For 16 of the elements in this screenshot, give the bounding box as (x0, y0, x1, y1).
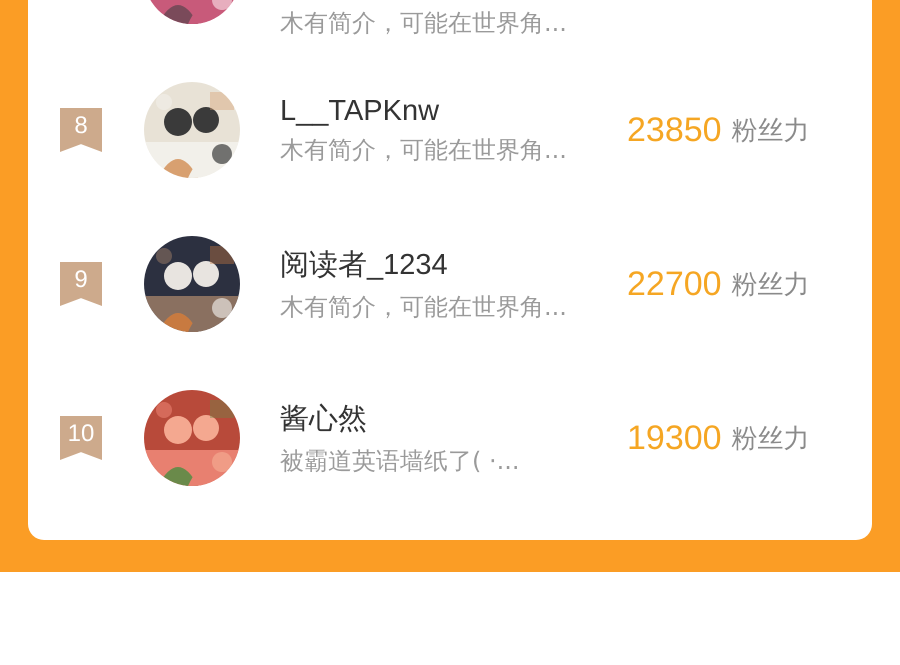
user-name[interactable]: 阅读者_1234 (280, 245, 625, 285)
rank-badge: 8 (60, 108, 102, 152)
score-unit: 粉丝力 (732, 114, 810, 148)
user-name[interactable]: L__TAPKnw (280, 94, 625, 128)
user-bio: 被霸道英语墙纸了( ·... (280, 446, 521, 477)
user-name[interactable]: 酱心然 (280, 399, 625, 439)
user-bio: 木有简介，可能在世界角... (280, 134, 568, 166)
rank-badge: 10 (60, 416, 102, 460)
user-bio: 木有简介，可能在世界角... (280, 8, 568, 39)
fan-score: 22700 (627, 264, 722, 304)
fan-score: 23850 (627, 110, 722, 150)
rank-badge: 9 (60, 262, 102, 306)
fan-score: 19300 (627, 418, 722, 458)
user-bio: 木有简介，可能在世界角... (280, 292, 568, 323)
score-unit: 粉丝力 (732, 268, 810, 302)
score-unit: 粉丝力 (732, 422, 810, 456)
